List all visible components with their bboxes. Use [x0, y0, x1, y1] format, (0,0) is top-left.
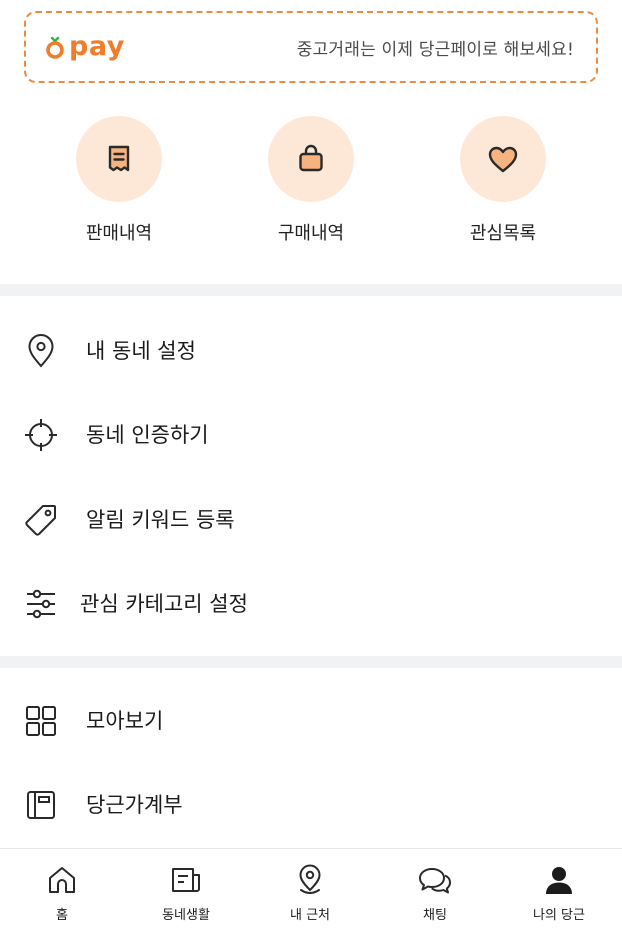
- sliders-icon: [22, 585, 60, 623]
- sales-history-button[interactable]: 판매내역: [39, 112, 199, 245]
- nav-home-label: 홈: [56, 908, 68, 923]
- bottom-navigation: 홈 동네생활 내 근처 채팅 나의 당근: [0, 848, 622, 938]
- shopping-bag-icon: [299, 144, 323, 172]
- my-neighborhood-settings-label: 내 동네 설정: [86, 339, 196, 363]
- receipt-icon: [108, 145, 130, 172]
- pay-promo-text: 중고거래는 이제 당근페이로 해보세요!: [296, 39, 574, 60]
- pay-banner[interactable]: pay 중고거래는 이제 당근페이로 해보세요!: [24, 11, 598, 83]
- location-pin-icon: [291, 861, 329, 899]
- notebook-icon: [22, 786, 60, 824]
- pay-logo: pay: [46, 30, 125, 62]
- household-ledger-item[interactable]: 당근가계부: [0, 774, 622, 834]
- purchase-history-label: 구매내역: [277, 223, 345, 244]
- section-divider: [0, 656, 622, 668]
- chat-bubbles-icon: [416, 861, 454, 899]
- category-settings-item[interactable]: 관심 카테고리 설정: [0, 573, 622, 633]
- neighborhood-verification-label: 동네 인증하기: [86, 423, 209, 447]
- quick-actions: 판매내역 구매내역 관심목록: [0, 112, 622, 252]
- my-neighborhood-settings-item[interactable]: 내 동네 설정: [0, 320, 622, 380]
- keyword-alert-label: 알림 키워드 등록: [86, 508, 235, 532]
- nav-my-page[interactable]: 나의 당근: [497, 849, 621, 938]
- nav-neighborhood-life[interactable]: 동네생활: [124, 849, 248, 938]
- carrot-logo-icon: [46, 36, 64, 59]
- nav-nearby[interactable]: 내 근처: [248, 849, 372, 938]
- wishlist-label: 관심목록: [469, 223, 537, 244]
- nav-my-page-label: 나의 당근: [533, 908, 585, 923]
- newspaper-icon: [167, 861, 205, 899]
- home-icon: [43, 861, 81, 899]
- collection-view-label: 모아보기: [86, 709, 164, 733]
- nav-home[interactable]: 홈: [0, 849, 124, 938]
- nav-chat[interactable]: 채팅: [373, 849, 497, 938]
- wishlist-button[interactable]: 관심목록: [423, 112, 583, 245]
- category-settings-label: 관심 카테고리 설정: [80, 592, 248, 616]
- heart-icon: [488, 146, 518, 173]
- user-icon: [540, 861, 578, 899]
- nav-chat-label: 채팅: [423, 908, 447, 923]
- neighborhood-verification-item[interactable]: 동네 인증하기: [0, 404, 622, 464]
- grid-icon: [22, 702, 60, 740]
- crosshair-icon: [22, 416, 60, 454]
- tag-icon: [22, 501, 60, 539]
- sales-history-label: 판매내역: [85, 223, 153, 244]
- nav-neighborhood-life-label: 동네생활: [162, 908, 210, 923]
- purchase-history-icon-circle: [268, 116, 354, 202]
- purchase-history-button[interactable]: 구매내역: [231, 112, 391, 245]
- wishlist-icon-circle: [460, 116, 546, 202]
- location-pin-icon: [22, 332, 60, 370]
- collection-view-item[interactable]: 모아보기: [0, 690, 622, 750]
- section-divider: [0, 284, 622, 296]
- keyword-alert-item[interactable]: 알림 키워드 등록: [0, 489, 622, 549]
- household-ledger-label: 당근가계부: [86, 793, 183, 817]
- sales-history-icon-circle: [76, 116, 162, 202]
- pay-logo-text: pay: [69, 30, 125, 62]
- nav-nearby-label: 내 근처: [289, 908, 330, 923]
